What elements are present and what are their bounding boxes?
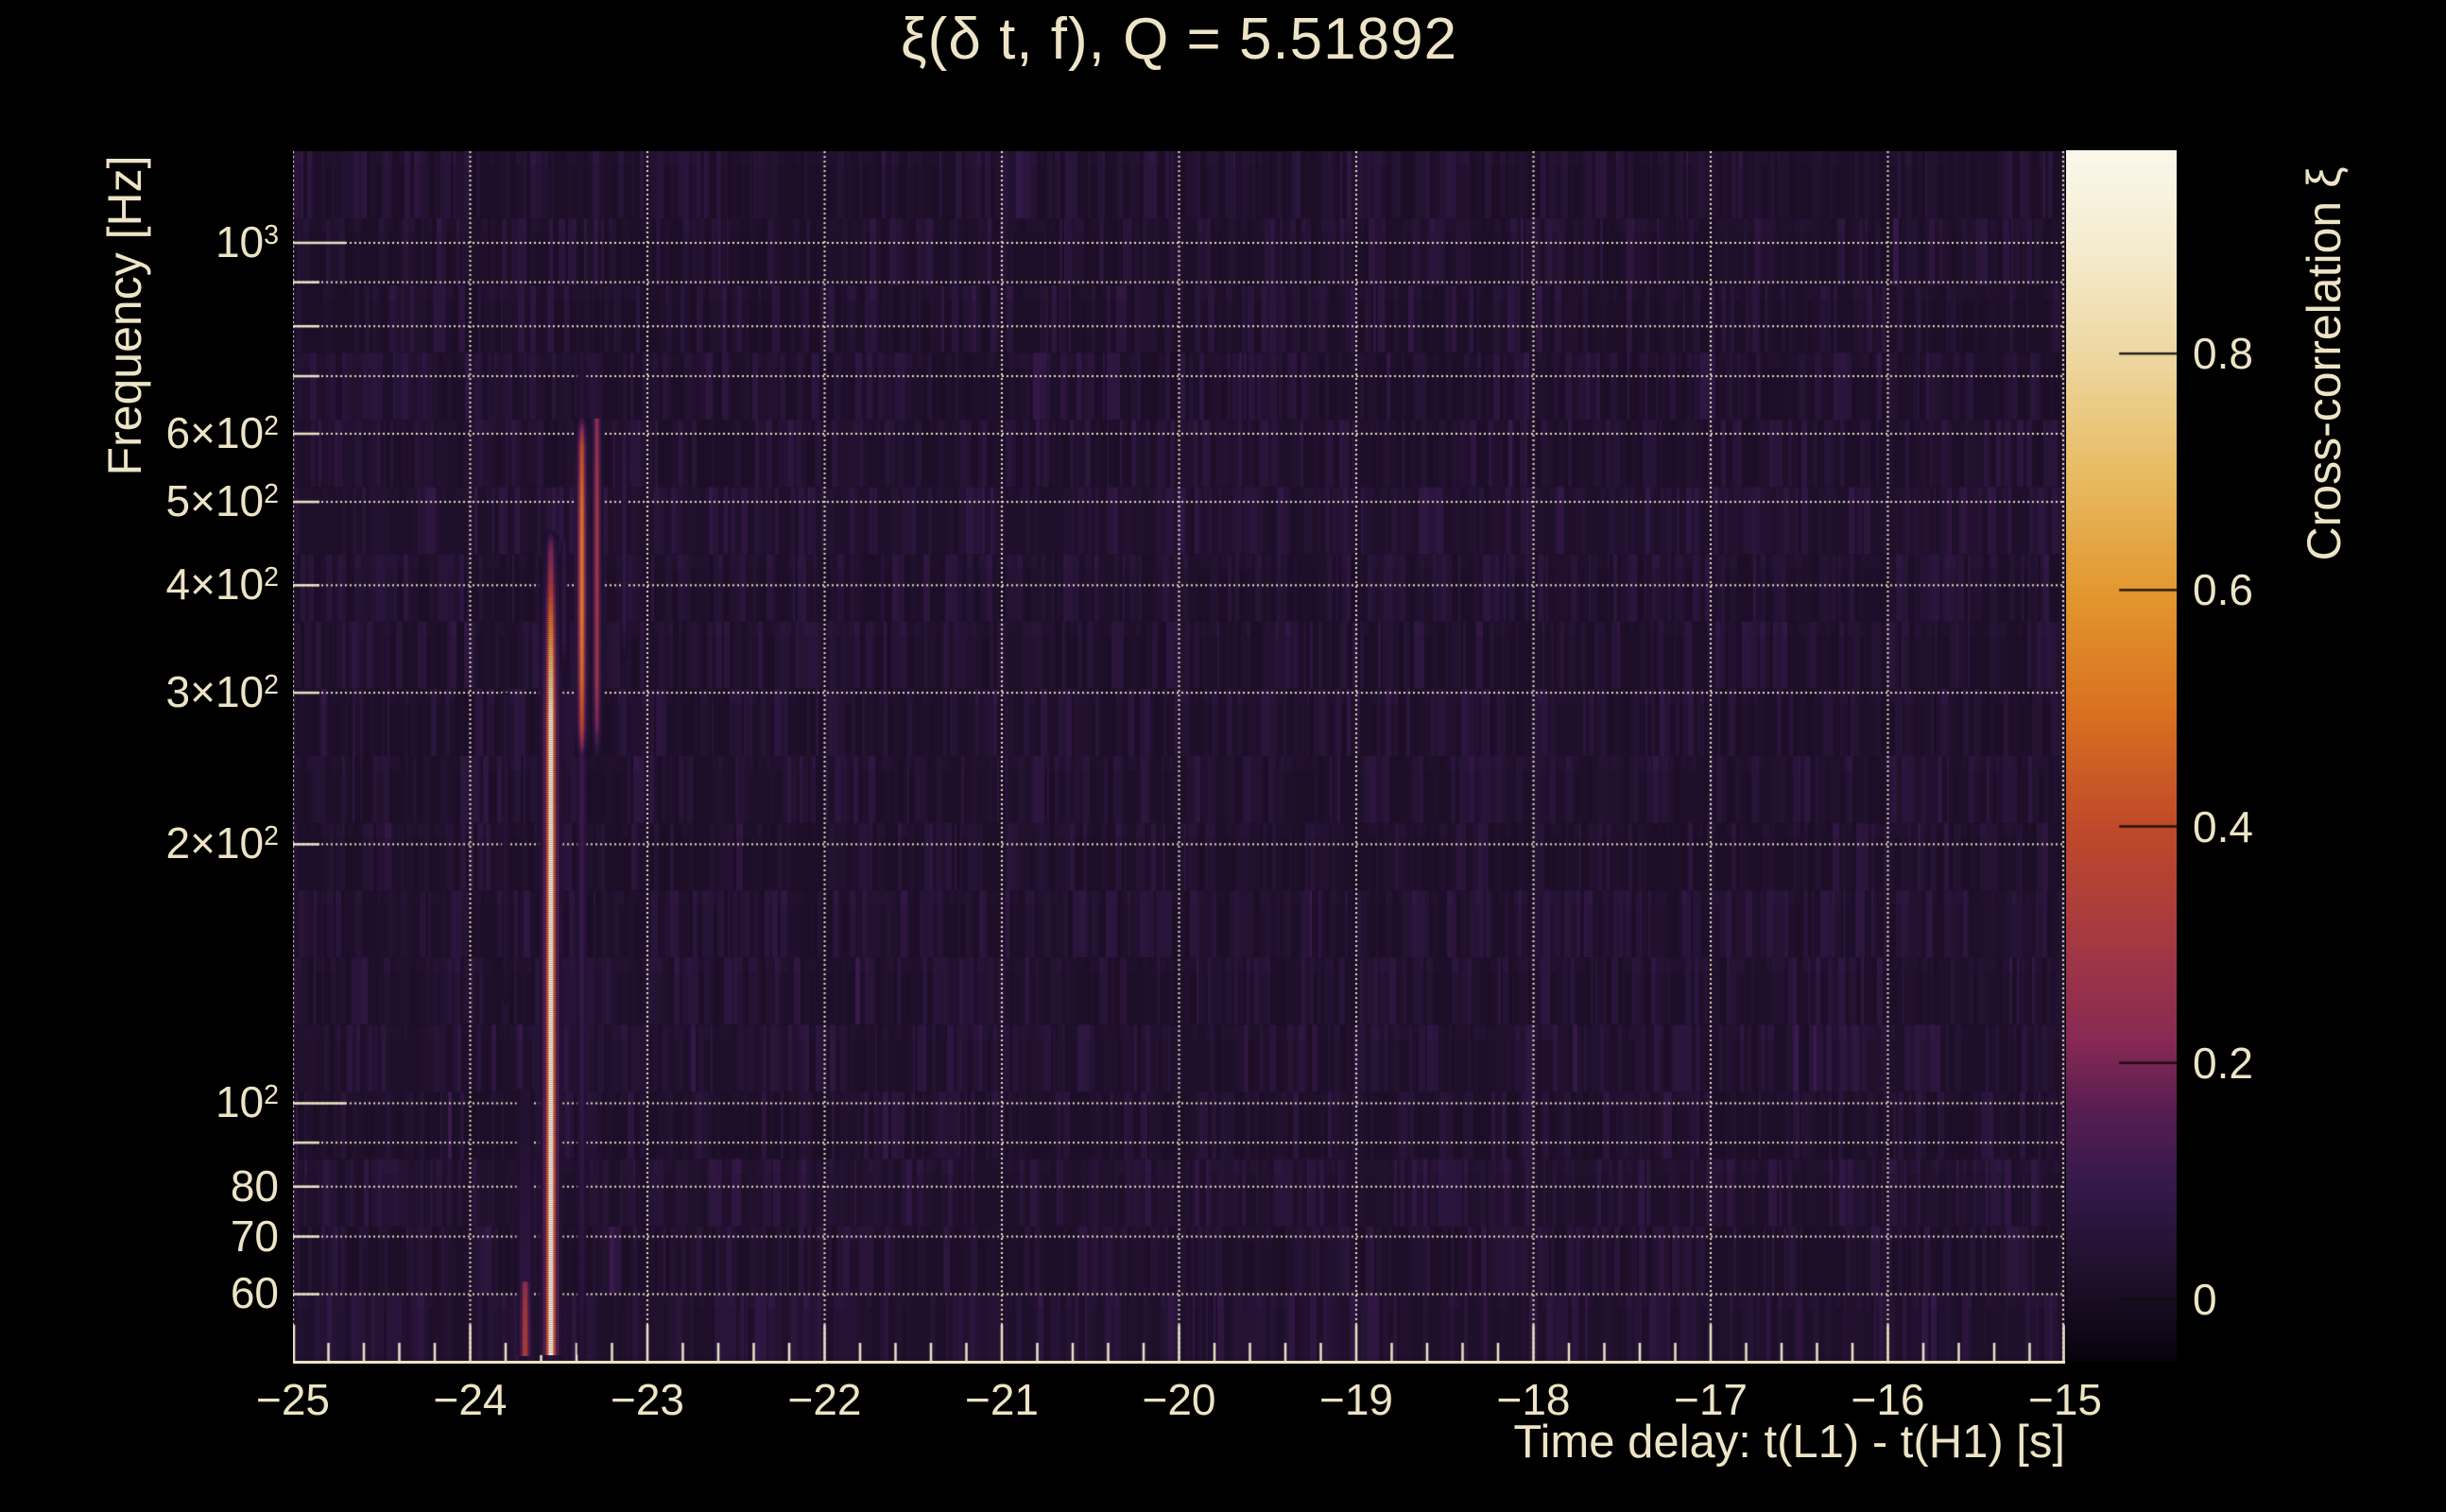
x-tick-label: −23: [610, 1375, 685, 1424]
y-tick-label: 3×102: [165, 667, 279, 717]
y-tick-label: 70: [230, 1211, 279, 1261]
page-root: { "page": { "background": "#000000", "te…: [0, 0, 2446, 1512]
colorbar-tick-label: 0.4: [2193, 801, 2253, 851]
y-tick-label: 103: [215, 216, 279, 266]
colorbar-tick-label: 0.2: [2193, 1038, 2253, 1088]
chart-title: ξ(δ t, f), Q = 5.51892: [900, 7, 1458, 72]
colorbar-title: Cross-correlation ξ: [2298, 166, 2351, 561]
y-tick-label: 60: [230, 1268, 279, 1318]
heatmap-canvas: [293, 151, 2065, 1361]
y-tick-label: 102: [215, 1077, 279, 1127]
y-tick-label: 6×102: [165, 407, 279, 457]
x-tick-label: −21: [964, 1375, 1040, 1424]
colorbar-tick-label: 0: [2193, 1274, 2217, 1324]
x-tick-label: −22: [787, 1375, 862, 1424]
colorbar-canvas: [2066, 150, 2177, 1361]
y-tick-label: 4×102: [165, 559, 279, 610]
x-tick-label: −24: [433, 1375, 508, 1424]
x-axis-title: Time delay: t(L1) - t(H1) [s]: [1513, 1417, 2065, 1468]
plot-area: [293, 151, 2065, 1364]
y-tick-label: 5×102: [165, 476, 279, 526]
x-tick-label: −25: [255, 1375, 331, 1424]
y-tick-label: 80: [230, 1160, 279, 1211]
y-tick-label: 2×102: [165, 818, 279, 868]
